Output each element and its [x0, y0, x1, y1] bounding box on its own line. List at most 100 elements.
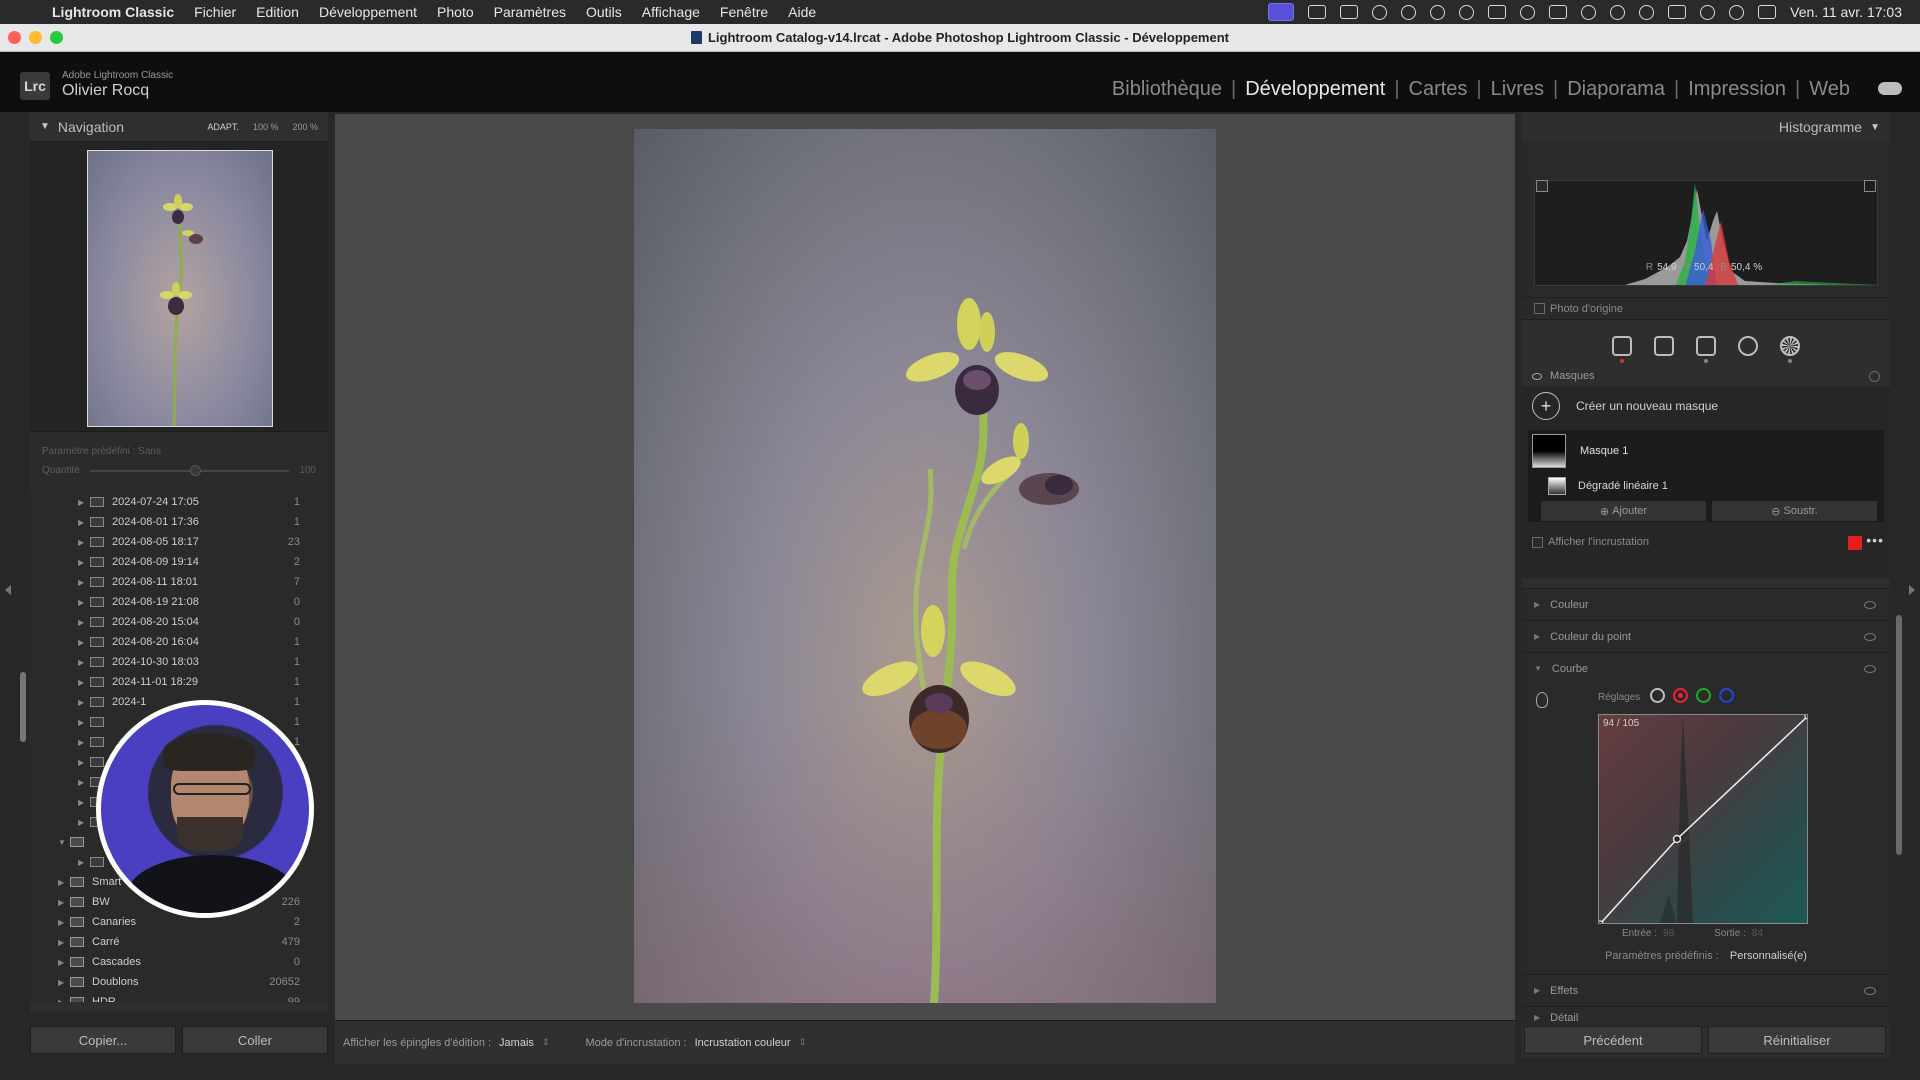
section-courbe[interactable]: ▼ Courbe [1522, 652, 1890, 684]
channel-green-button[interactable] [1696, 688, 1711, 703]
highlight-clipping-toggle[interactable] [1864, 180, 1876, 192]
battery-icon[interactable] [1668, 5, 1687, 19]
collapse-triangle-icon[interactable]: ▼ [1534, 664, 1542, 673]
wifi-icon[interactable] [1700, 4, 1716, 20]
right-panel-scrollbar[interactable] [1896, 615, 1902, 855]
expand-triangle-icon[interactable]: ▶ [58, 978, 70, 987]
folder-row[interactable]: ▶ Cascades 0 [30, 952, 328, 972]
reset-button[interactable]: Réinitialiser [1708, 1026, 1886, 1054]
folder-name[interactable]: 2024-08-05 18:17 [112, 536, 199, 548]
expand-triangle-icon[interactable]: ▶ [78, 778, 90, 787]
mask-add-button[interactable]: ⊕ Ajouter [1540, 500, 1707, 522]
expand-triangle-icon[interactable]: ▶ [58, 938, 70, 947]
quantity-slider[interactable] [89, 464, 290, 476]
folder-name[interactable]: 2024-08-09 19:14 [112, 556, 199, 568]
expand-triangle-icon[interactable]: ▶ [78, 818, 90, 827]
curve-output-value[interactable]: 84 [1752, 928, 1763, 939]
screen-share-icon[interactable] [1268, 3, 1295, 21]
close-window-button[interactable] [8, 31, 21, 44]
module-bibliotheque[interactable]: Bibliothèque [1112, 78, 1222, 101]
folder-row[interactable]: ▶ 2024-08-19 21:08 0 [30, 592, 328, 612]
menu-parametres[interactable]: Paramètres [494, 4, 566, 20]
expand-triangle-icon[interactable]: ▼ [58, 838, 70, 847]
history-icon[interactable] [1639, 4, 1655, 20]
masking-icon[interactable] [1780, 336, 1800, 363]
mask-component-row[interactable]: Dégradé linéaire 1 [1528, 472, 1884, 500]
expand-triangle-icon[interactable]: ▶ [78, 798, 90, 807]
create-mask-row[interactable]: + Créer un nouveau masque [1522, 386, 1890, 426]
folder-name[interactable]: Carré [92, 936, 120, 948]
folder-row[interactable]: ▶ Carré 479 [30, 932, 328, 952]
expand-triangle-icon[interactable]: ▶ [1534, 600, 1540, 609]
folder-row[interactable]: ▶ 2024-08-11 18:01 7 [30, 572, 328, 592]
histogram-header[interactable]: Histogramme ▼ [1522, 112, 1890, 142]
right-panel-toggle-icon[interactable] [1909, 585, 1915, 595]
expand-triangle-icon[interactable]: ▶ [78, 638, 90, 647]
navigator-header[interactable]: ▼ Navigation ADAPT. 100 % 200 % [30, 112, 328, 142]
zoom-fit[interactable]: ADAPT. [207, 122, 239, 132]
left-panel-scrollbar[interactable] [20, 672, 26, 742]
expand-triangle-icon[interactable]: ▶ [78, 578, 90, 587]
cloud-sync-icon[interactable] [1878, 82, 1902, 95]
folder-name[interactable]: 2024-1 [112, 696, 146, 708]
menu-outils[interactable]: Outils [586, 4, 622, 20]
camera-icon[interactable] [1308, 5, 1327, 19]
folder-row[interactable]: ▶ Doublons 20652 [30, 972, 328, 992]
menu-fichier[interactable]: Fichier [194, 4, 236, 20]
menubar-clock[interactable]: Ven. 11 avr. 17:03 [1790, 4, 1902, 20]
collapse-triangle-icon[interactable]: ▼ [1870, 122, 1880, 133]
expand-triangle-icon[interactable]: ▶ [78, 498, 90, 507]
window-grid-icon[interactable] [1549, 5, 1568, 19]
expand-triangle-icon[interactable]: ▶ [78, 558, 90, 567]
clipboard-icon[interactable] [1340, 5, 1359, 19]
overlay-color-swatch[interactable] [1848, 536, 1862, 550]
folder-name[interactable]: 2024-08-19 21:08 [112, 596, 199, 608]
preset-value[interactable]: Sans [138, 446, 161, 457]
main-photo[interactable] [634, 129, 1216, 1003]
menu-app-name[interactable]: Lightroom Classic [52, 4, 174, 20]
copy-settings-button[interactable]: Copier... [30, 1026, 176, 1054]
module-developpement[interactable]: Développement [1245, 78, 1385, 101]
folder-name[interactable]: Cascades [92, 956, 141, 968]
show-overlay-checkbox[interactable] [1532, 536, 1543, 548]
expand-triangle-icon[interactable]: ▶ [78, 738, 90, 747]
folder-name[interactable]: BW [92, 896, 110, 908]
control-center-icon[interactable] [1758, 5, 1777, 19]
expand-triangle-icon[interactable]: ▶ [58, 898, 70, 907]
folder-row[interactable]: ▶ 2024-08-01 17:36 1 [30, 512, 328, 532]
edit-sliders-icon[interactable] [1612, 336, 1632, 363]
user-icon[interactable] [1581, 4, 1597, 20]
original-photo-row[interactable]: Photo d'origine [1522, 298, 1890, 320]
expand-triangle-icon[interactable]: ▶ [58, 998, 70, 1003]
section-effets[interactable]: ▶ Effets [1522, 974, 1890, 1006]
channel-red-button[interactable] [1673, 688, 1688, 703]
overlay-mode-select[interactable]: Incrustation couleur [695, 1037, 791, 1049]
expand-triangle-icon[interactable]: ▶ [78, 598, 90, 607]
eye-icon[interactable] [1864, 601, 1876, 609]
overlay-mode-dropdown-icon[interactable]: ⇕ [799, 1037, 807, 1048]
folder-row[interactable]: ▶ HDR 99 [30, 992, 328, 1002]
search-icon[interactable] [1729, 4, 1745, 20]
paste-settings-button[interactable]: Coller [182, 1026, 328, 1054]
previous-button[interactable]: Précédent [1524, 1026, 1702, 1054]
zoom-200[interactable]: 200 % [292, 122, 318, 132]
expand-triangle-icon[interactable]: ▶ [78, 538, 90, 547]
crop-icon[interactable] [1654, 336, 1674, 356]
folder-name[interactable]: Doublons [92, 976, 138, 988]
module-impression[interactable]: Impression [1688, 78, 1786, 101]
left-panel-toggle-icon[interactable] [5, 585, 11, 595]
folder-name[interactable]: 2024-10-30 18:03 [112, 656, 199, 668]
folder-row[interactable]: ▶ 2024-08-20 16:04 1 [30, 632, 328, 652]
sync-icon[interactable] [1459, 4, 1475, 20]
expand-triangle-icon[interactable]: ▶ [78, 618, 90, 627]
expand-triangle-icon[interactable]: ▶ [58, 878, 70, 887]
mask-thumbnail[interactable] [1532, 434, 1566, 468]
eye-icon[interactable] [1532, 372, 1542, 380]
section-couleur[interactable]: ▶ Couleur [1522, 588, 1890, 620]
quantity-value[interactable]: 100 [299, 465, 316, 476]
folder-name[interactable]: 2024-07-24 17:05 [112, 496, 199, 508]
expand-triangle-icon[interactable]: ▶ [1534, 1013, 1540, 1022]
shadow-clipping-toggle[interactable] [1536, 180, 1548, 192]
red-eye-icon[interactable] [1738, 336, 1758, 356]
section-detail[interactable]: ▶ Détail [1522, 1006, 1890, 1028]
